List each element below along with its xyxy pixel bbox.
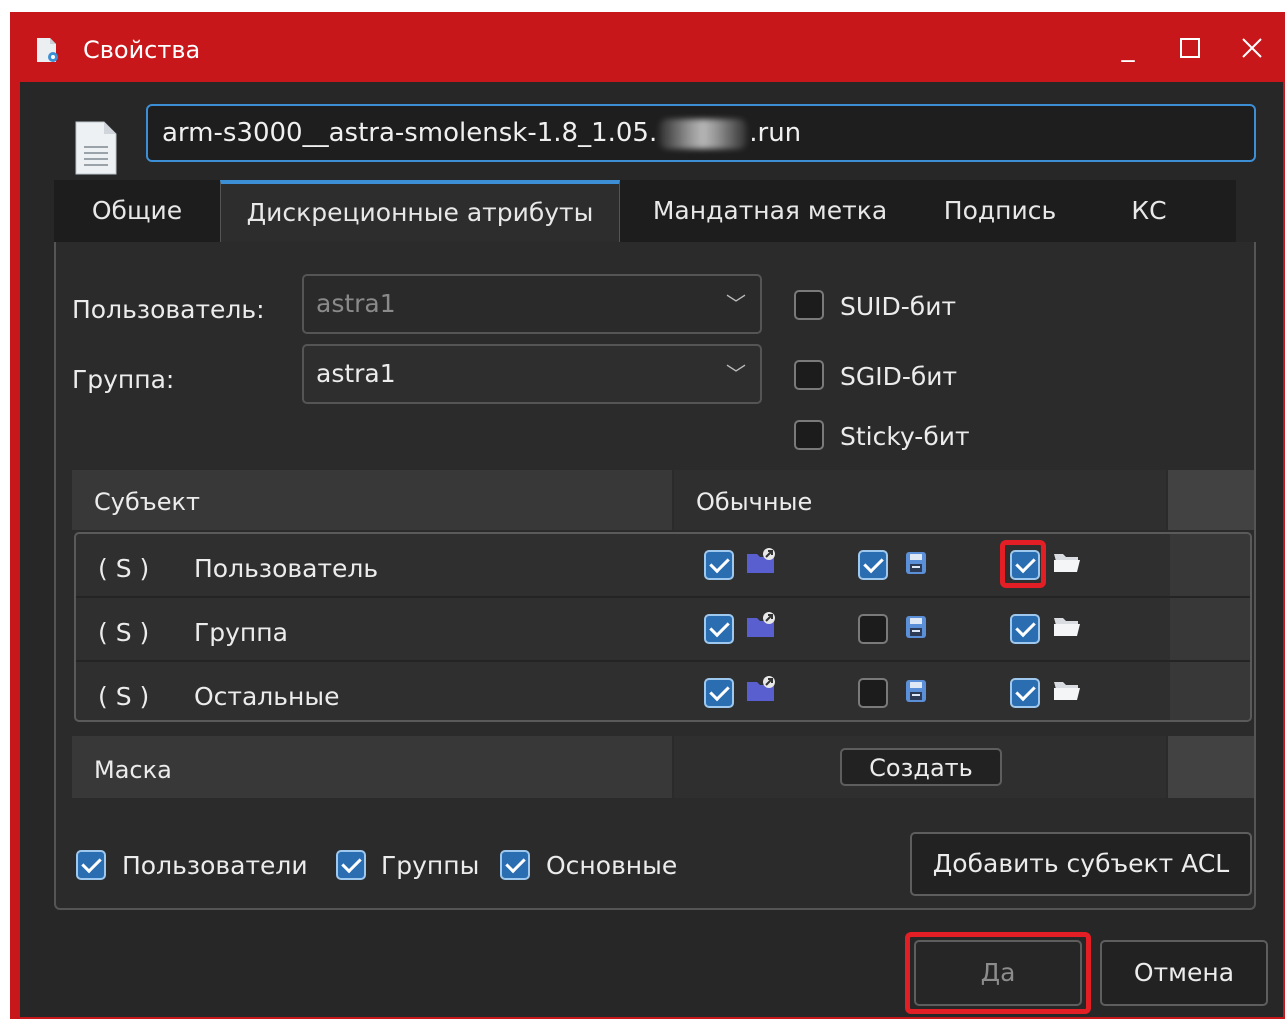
acl-row[interactable]: ( S ) Группа [76, 598, 1250, 662]
sgid-checkbox[interactable] [794, 360, 824, 390]
tab-general[interactable]: Общие [54, 180, 220, 242]
folder-open-icon [1054, 618, 1080, 636]
redacted-blur [659, 118, 748, 149]
acl-header-normal-label: Обычные [696, 488, 813, 516]
group-label: Группа: [72, 365, 175, 394]
user-label: Пользователь: [72, 295, 265, 324]
filter-basic-checkbox[interactable] [500, 850, 530, 880]
acl-header-subject-label: Субъект [94, 488, 200, 516]
write-checkbox[interactable] [858, 614, 888, 644]
folder-open-icon [1054, 682, 1080, 700]
user-select[interactable]: astra1 ﹀ [302, 274, 762, 334]
chevron-down-icon: ﹀ [726, 292, 746, 316]
read-permission-icon [747, 548, 775, 573]
folder-open-icon [1054, 554, 1080, 572]
filter-groups-checkbox[interactable] [336, 850, 366, 880]
tab-bar: Общие Дискреционные атрибуты Мандатная м… [54, 180, 1236, 242]
acl-row-name: Группа [194, 618, 288, 647]
tab-mandatory-label[interactable]: Мандатная метка [620, 180, 920, 242]
tab-discretionary-attributes[interactable]: Дискреционные атрибуты [220, 180, 620, 242]
read-permission-icon [747, 612, 775, 637]
acl-row-extra-cell [1170, 598, 1250, 660]
exec-checkbox[interactable] [1010, 678, 1040, 708]
tab-ks[interactable]: КС [1114, 180, 1184, 242]
acl-row-name: Остальные [194, 682, 340, 711]
acl-row[interactable]: ( S ) Пользователь [76, 534, 1250, 598]
read-permission-icon [747, 676, 775, 701]
filter-basic-label: Основные [546, 851, 678, 880]
acl-header-extra [1168, 470, 1254, 530]
filter-users-label: Пользователи [122, 851, 308, 880]
tab-signature[interactable]: Подпись [920, 180, 1080, 242]
mask-extra-cell [1168, 736, 1254, 798]
save-permission-icon [906, 680, 926, 702]
create-mask-button[interactable]: Создать [840, 748, 1002, 786]
mask-row: Маска [72, 736, 672, 798]
acl-header-subject[interactable]: Субъект [72, 470, 672, 530]
suid-label: SUID-бит [840, 292, 957, 321]
title-bar[interactable]: Свойства _ [10, 12, 1285, 82]
file-name-suffix: .run [749, 118, 802, 148]
acl-row-extra-cell [1170, 662, 1250, 720]
properties-window: Свойства _ arm-s3000__astra-smolensk-1.8… [10, 12, 1285, 1019]
save-permission-icon [906, 552, 926, 574]
file-name-input[interactable]: arm-s3000__astra-smolensk-1.8_1.05. .run [146, 104, 1256, 162]
acl-row-name: Пользователь [194, 554, 379, 583]
filter-groups-label: Группы [381, 851, 480, 880]
close-icon [1242, 38, 1262, 58]
add-acl-subject-button[interactable]: Добавить субъект ACL [910, 832, 1252, 896]
write-checkbox[interactable] [858, 678, 888, 708]
exec-checkbox[interactable] [1010, 550, 1040, 580]
document-icon [75, 121, 117, 175]
window-title: Свойства [83, 36, 201, 64]
read-checkbox[interactable] [704, 678, 734, 708]
exec-checkbox[interactable] [1010, 614, 1040, 644]
read-checkbox[interactable] [704, 614, 734, 644]
user-select-value: astra1 [316, 289, 396, 318]
suid-checkbox[interactable] [794, 290, 824, 320]
sticky-label: Sticky-бит [840, 422, 970, 451]
cancel-button[interactable]: Отмена [1100, 940, 1268, 1006]
filter-users-checkbox[interactable] [76, 850, 106, 880]
acl-row[interactable]: ( S ) Остальные [76, 662, 1250, 720]
acl-list: ( S ) Пользователь ( S ) Группа (S) Ос… [74, 532, 1252, 722]
dialog-body: arm-s3000__astra-smolensk-1.8_1.05. .run … [20, 82, 1283, 1017]
discretionary-attributes-panel: Пользователь: astra1 ﹀ Группа: astra1 ﹀ … [54, 242, 1256, 910]
app-file-icon [37, 38, 58, 62]
minimize-button[interactable]: _ [1108, 28, 1148, 68]
maximize-button[interactable] [1170, 28, 1210, 68]
file-name-prefix: arm-s3000__astra-smolensk-1.8_1.05. [162, 118, 658, 148]
mask-cell: Создать [674, 736, 1166, 798]
acl-row-extra-cell [1170, 534, 1250, 596]
acl-row-type: ( S ) [98, 618, 150, 647]
minimize-icon: _ [1121, 33, 1135, 63]
group-select-value: astra1 [316, 359, 396, 388]
ok-button[interactable]: Да [914, 940, 1082, 1006]
maximize-icon [1180, 38, 1200, 58]
sticky-checkbox[interactable] [794, 420, 824, 450]
group-select[interactable]: astra1 ﹀ [302, 344, 762, 404]
acl-header-normal[interactable]: Обычные [674, 470, 1166, 530]
acl-row-type: ( S ) [98, 554, 150, 583]
read-checkbox[interactable] [704, 550, 734, 580]
save-permission-icon [906, 616, 926, 638]
sgid-label: SGID-бит [840, 362, 958, 391]
chevron-down-icon: ﹀ [726, 362, 746, 386]
write-checkbox[interactable] [858, 550, 888, 580]
mask-label: Маска [94, 756, 172, 784]
acl-row-type: ( S ) [98, 682, 150, 711]
close-button[interactable] [1232, 28, 1272, 68]
